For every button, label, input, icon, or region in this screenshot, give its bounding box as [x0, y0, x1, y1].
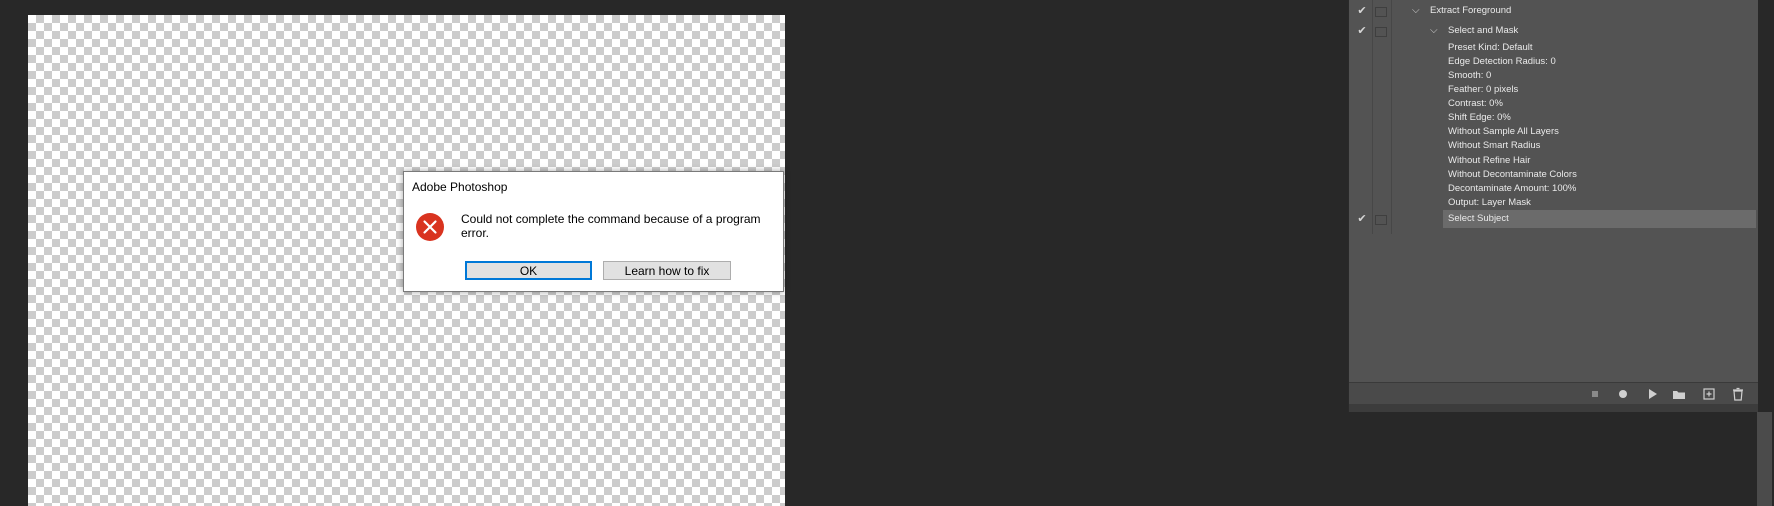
error-dialog: Adobe Photoshop Could not complete the c… [403, 171, 784, 292]
checkmark-icon[interactable]: ✔ [1355, 212, 1369, 226]
action-step-row[interactable]: Without Decontaminate Colors [1349, 168, 1758, 182]
action-row-select-and-mask[interactable]: ✔ ⌵ Select and Mask [1349, 24, 1758, 38]
dialog-toggle-box[interactable] [1375, 215, 1387, 225]
action-step-row[interactable]: Contrast: 0% [1349, 97, 1758, 111]
action-step-label: Without Smart Radius [1448, 140, 1541, 151]
checkmark-icon[interactable]: ✔ [1355, 24, 1369, 38]
learn-how-to-fix-button[interactable]: Learn how to fix [603, 261, 731, 280]
action-step-label: Edge Detection Radius: 0 [1448, 56, 1556, 67]
action-label: Select and Mask [1448, 25, 1519, 36]
action-step-row[interactable]: Preset Kind: Default [1349, 41, 1758, 55]
action-step-row[interactable]: Without Smart Radius [1349, 139, 1758, 153]
scrollbar[interactable] [1757, 412, 1772, 506]
panel-resize-bar[interactable] [1349, 404, 1758, 412]
stop-icon[interactable] [1587, 386, 1603, 402]
actions-panel-footer [1349, 382, 1758, 405]
ok-button[interactable]: OK [465, 261, 592, 280]
actions-panel: ✔ ⌵ Extract Foreground ✔ ⌵ Select and Ma… [1348, 0, 1758, 412]
action-step-label: Smooth: 0 [1448, 70, 1492, 81]
chevron-down-icon[interactable]: ⌵ [1412, 4, 1420, 18]
action-row-select-subject[interactable]: ✔ Select Subject [1349, 212, 1758, 226]
action-step-row[interactable]: Output: Layer Mask [1349, 196, 1758, 210]
action-step-row[interactable]: Smooth: 0 [1349, 69, 1758, 83]
delete-icon[interactable] [1730, 386, 1746, 402]
action-row-extract-foreground[interactable]: ✔ ⌵ Extract Foreground [1349, 4, 1758, 18]
action-step-label: Preset Kind: Default [1448, 42, 1533, 53]
action-step-row[interactable]: Shift Edge: 0% [1349, 111, 1758, 125]
workspace: Adobe Photoshop Could not complete the c… [0, 0, 1774, 506]
checkmark-icon[interactable]: ✔ [1355, 4, 1369, 18]
action-step-row[interactable]: Edge Detection Radius: 0 [1349, 55, 1758, 69]
action-step-row[interactable]: Without Refine Hair [1349, 154, 1758, 168]
action-step-label: Output: Layer Mask [1448, 197, 1531, 208]
action-label: Select Subject [1448, 213, 1509, 224]
action-step-row[interactable]: Feather: 0 pixels [1349, 83, 1758, 97]
dialog-message: Could not complete the command because o… [461, 212, 761, 240]
action-step-row[interactable]: Decontaminate Amount: 100% [1349, 182, 1758, 196]
action-step-label: Shift Edge: 0% [1448, 112, 1511, 123]
dialog-toggle-box[interactable] [1375, 27, 1387, 37]
action-step-label: Without Decontaminate Colors [1448, 169, 1577, 180]
action-step-label: Without Refine Hair [1448, 155, 1531, 166]
action-step-label: Feather: 0 pixels [1448, 84, 1519, 95]
action-step-label: Decontaminate Amount: 100% [1448, 183, 1577, 194]
new-set-icon[interactable] [1671, 386, 1687, 402]
dialog-title: Adobe Photoshop [412, 180, 508, 194]
error-icon [415, 212, 445, 242]
new-action-icon[interactable] [1701, 386, 1717, 402]
action-step-row[interactable]: Without Sample All Layers [1349, 125, 1758, 139]
dialog-toggle-box[interactable] [1375, 7, 1387, 17]
record-icon[interactable] [1615, 386, 1631, 402]
action-label: Extract Foreground [1430, 5, 1512, 16]
action-step-label: Without Sample All Layers [1448, 126, 1559, 137]
chevron-down-icon[interactable]: ⌵ [1430, 24, 1438, 38]
action-step-label: Contrast: 0% [1448, 98, 1503, 109]
play-icon[interactable] [1644, 386, 1660, 402]
